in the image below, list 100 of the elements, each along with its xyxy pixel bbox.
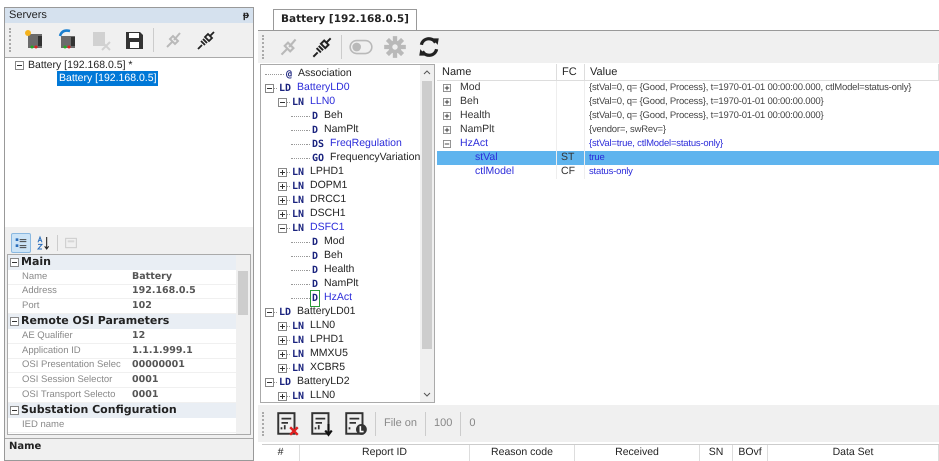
table-cell-text: ctlModel [475, 164, 514, 180]
tree-item[interactable]: NamPlt [324, 122, 358, 138]
tree-item[interactable]: BatteryLD2 [297, 374, 350, 390]
table-row[interactable]: Beh {stVal=0, q= {Good, Process}, t=1970-01-01 00:00:00.000} [437, 95, 939, 109]
tree-item[interactable]: Beh [324, 248, 343, 264]
expander-icon[interactable] [278, 392, 287, 400]
category-label: Remote OSI Parameters [21, 313, 170, 330]
column-header[interactable]: FC [557, 64, 585, 80]
column-header[interactable]: # [262, 445, 300, 461]
expander-icon[interactable] [265, 308, 274, 316]
expander-icon[interactable] [15, 61, 24, 70]
property-value[interactable]: 0001 [130, 388, 158, 402]
node-type-label: LD [278, 376, 292, 390]
expander-icon[interactable] [278, 322, 287, 330]
expander-icon[interactable] [443, 98, 451, 106]
expander-icon[interactable] [278, 182, 287, 190]
table-row[interactable]: NamPlt {vendor=, swRev=} [437, 123, 939, 137]
expander-icon[interactable] [278, 98, 287, 106]
node-type-label: LD [278, 306, 292, 320]
property-value[interactable]: 1.1.1.999.1 [130, 344, 193, 358]
column-header[interactable]: Data Set [768, 445, 939, 461]
tree-item[interactable]: Mod [324, 234, 344, 250]
tree-item[interactable]: NamPlt [324, 276, 358, 292]
tree-item[interactable]: LLN0 [310, 388, 336, 402]
expander-icon[interactable] [278, 196, 287, 204]
tree-item[interactable]: LLN0 [310, 318, 336, 334]
column-header[interactable]: Reason code [470, 445, 575, 461]
node-type-label: GO [311, 152, 326, 166]
category-label: Substation Configuration [21, 402, 177, 418]
table-row[interactable]: Health {stVal=0, q= {Good, Process}, t=1970-01-01 00:00:00.000} [437, 109, 939, 123]
table-row[interactable]: stVal ST true [437, 151, 939, 165]
tree-item[interactable]: DRCC1 [310, 192, 346, 208]
expander-icon[interactable] [278, 224, 287, 232]
table-row[interactable]: Mod {stVal=0, q= {Good, Process}, t=1970-01-01 00:00:00.000, ctlModel=status-only} [437, 81, 939, 95]
tree-item[interactable]: FrequencyVariation [330, 150, 420, 166]
expander-icon[interactable] [443, 84, 451, 92]
expander-icon[interactable] [278, 364, 287, 372]
tree-item[interactable]: XCBR5 [310, 360, 346, 376]
scrollbar-thumb[interactable] [422, 81, 432, 349]
tree-item[interactable]: Battery [192.168.0.5] [57, 70, 158, 86]
table-cell: status-only [589, 165, 633, 179]
scroll-up-icon[interactable] [423, 70, 431, 75]
expander-icon[interactable] [278, 210, 287, 218]
tree-item[interactable]: MMXU5 [310, 346, 348, 362]
table-row[interactable]: ctlModel CF status-only [437, 165, 939, 179]
column-header[interactable]: BOvf [733, 445, 768, 461]
tree-item[interactable]: DSFC1 [310, 220, 344, 236]
property-name: Port [21, 299, 40, 314]
list-icon[interactable] [11, 233, 31, 253]
column-header[interactable]: Name [437, 64, 557, 80]
table-cell-text: Health [460, 108, 490, 124]
tree-item[interactable]: FreqRegulation [330, 136, 402, 152]
document-tab[interactable]: Battery [192.168.0.5] [273, 9, 417, 30]
node-type-label: LN [291, 390, 306, 402]
column-header[interactable]: Report ID [300, 445, 470, 461]
node-type-label: D [311, 278, 320, 292]
tree-item[interactable]: HzAct [324, 290, 352, 306]
table-cell-text: ST [561, 150, 574, 166]
tree-item[interactable]: Beh [324, 108, 343, 124]
expander-icon[interactable] [443, 126, 451, 134]
tree-item[interactable]: Battery [192.168.0.5] * [26, 58, 134, 74]
expander-icon[interactable] [10, 406, 19, 415]
pin-icon[interactable]: ᵽ [242, 8, 249, 23]
tree-item[interactable]: DOPM1 [310, 178, 348, 194]
property-value[interactable]: 102 [130, 299, 152, 314]
tree-item[interactable]: BatteryLD01 [297, 304, 356, 320]
expander-icon[interactable] [278, 168, 287, 176]
property-name: Address [21, 284, 58, 298]
expander-icon[interactable] [265, 378, 274, 386]
expander-icon[interactable] [265, 84, 274, 92]
node-type-label: D [310, 290, 320, 306]
tree-item[interactable]: Health [324, 262, 354, 278]
expander-icon[interactable] [443, 140, 451, 148]
tree-item[interactable]: DSCH1 [310, 206, 346, 222]
table-cell-text: Mod [460, 80, 480, 96]
column-header[interactable]: SN [700, 445, 733, 461]
scrollbar[interactable] [420, 65, 434, 402]
node-type-label: LN [291, 166, 306, 180]
scroll-down-icon[interactable] [423, 392, 431, 397]
node-type-label: LN [291, 362, 306, 376]
property-value[interactable]: 0001 [130, 373, 158, 388]
tree-item[interactable]: BatteryLD0 [297, 80, 350, 96]
scrollbar-thumb[interactable] [238, 271, 248, 315]
expander-icon[interactable] [443, 112, 451, 120]
scrollbar[interactable] [236, 255, 250, 434]
tree-item[interactable]: LLN0 [310, 94, 336, 110]
expander-icon[interactable] [278, 350, 287, 358]
expander-icon[interactable] [10, 258, 19, 267]
property-value[interactable]: 12 [130, 328, 146, 344]
property-value[interactable]: 00000001 [130, 358, 185, 373]
tree-item[interactable]: LPHD1 [310, 332, 344, 348]
property-value[interactable]: 192.168.0.5 [130, 284, 196, 299]
property-value[interactable]: Battery [130, 270, 172, 284]
tree-item[interactable]: Association [298, 66, 352, 82]
column-header[interactable]: Received [575, 445, 700, 461]
column-header[interactable]: Value [585, 64, 939, 80]
tree-item[interactable]: LPHD1 [310, 164, 344, 180]
node-type-label: LN [291, 320, 306, 334]
expander-icon[interactable] [10, 317, 19, 326]
expander-icon[interactable] [278, 336, 287, 344]
